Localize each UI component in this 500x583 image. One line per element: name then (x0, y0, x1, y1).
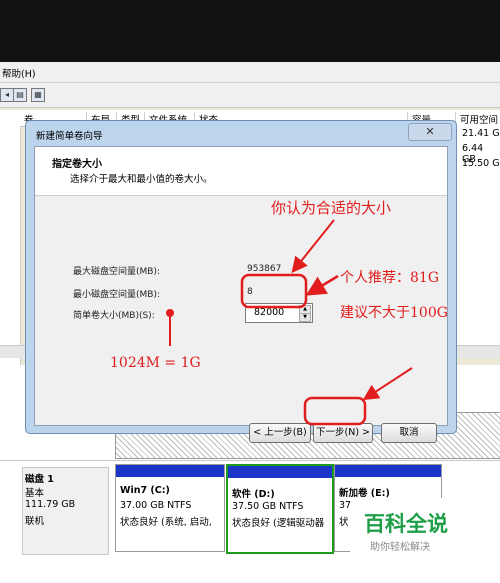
arrow-suitable (291, 219, 335, 274)
arrow-next (362, 367, 413, 401)
arrow-recommend (305, 274, 339, 296)
highlight-next-button (303, 396, 367, 426)
highlight-size-field (240, 273, 308, 309)
annotation-overlay (166, 219, 413, 426)
